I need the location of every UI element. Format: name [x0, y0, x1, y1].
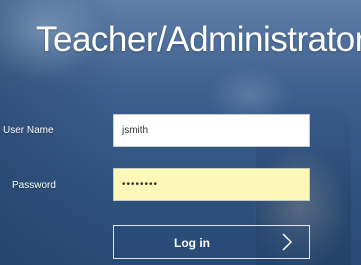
password-label: Password — [12, 180, 56, 191]
page-title: Teacher/Administrator — [36, 20, 361, 59]
password-input[interactable] — [113, 168, 310, 201]
username-input[interactable] — [113, 114, 310, 147]
chevron-right-icon — [282, 233, 293, 251]
login-button[interactable]: Log in — [113, 225, 310, 259]
username-label: User Name — [3, 125, 54, 136]
login-button-label: Log in — [174, 236, 210, 250]
